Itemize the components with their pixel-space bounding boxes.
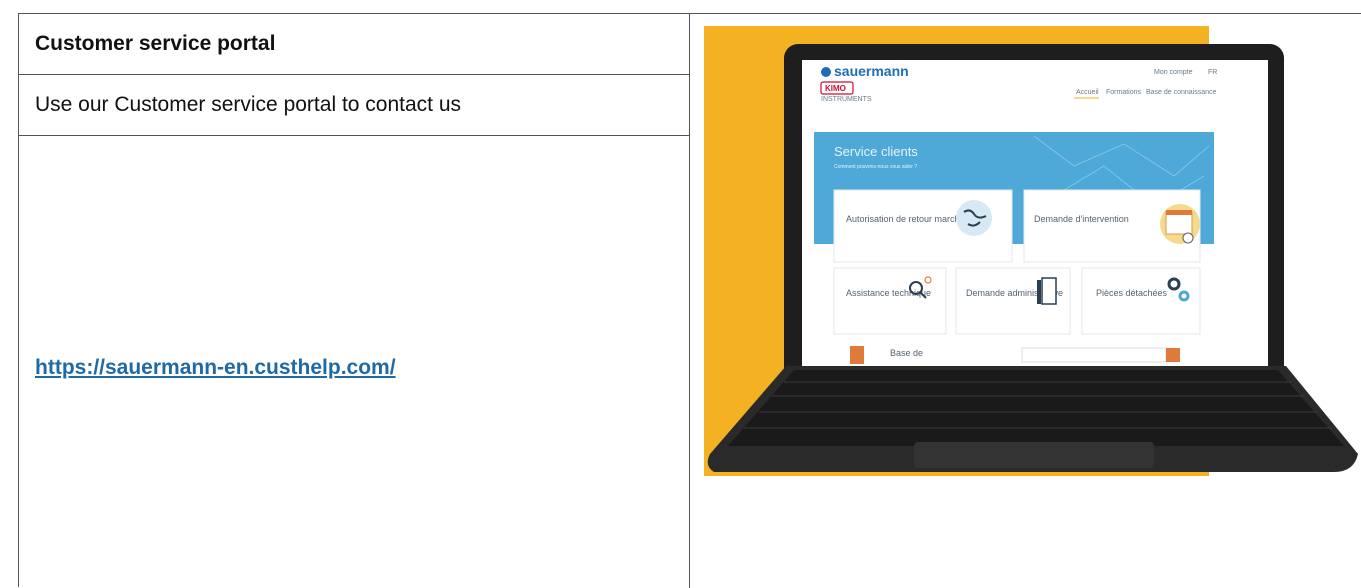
laptop-illustration: sauermann KIMO INSTRUMENTS Mon compte FR…	[704, 26, 1358, 476]
hero-subtitle: Comment pouvons-nous vous aider ?	[834, 164, 917, 170]
bottom-search-field	[1021, 347, 1167, 363]
hero-title: Service clients	[834, 144, 918, 159]
screen-nav-training: Formations	[1106, 89, 1142, 96]
brand-logo-icon	[821, 67, 831, 77]
section-title: Customer service portal	[35, 32, 276, 55]
text-column: Customer service portal Use our Customer…	[19, 14, 690, 588]
document-table: Customer service portal Use our Customer…	[18, 13, 1361, 588]
document-icon	[1041, 277, 1057, 305]
trackpad	[914, 442, 1154, 468]
brand-secondary: KIMO	[825, 84, 846, 93]
link-row: https://sauermann-en.custhelp.com/	[19, 136, 689, 588]
bottom-partial-icon	[850, 346, 864, 364]
title-row: Customer service portal	[19, 14, 689, 75]
card-intervention-label: Demande d'intervention	[1034, 214, 1129, 224]
brand-primary: sauermann	[834, 63, 909, 79]
bottom-partial-label: Base de	[890, 348, 923, 358]
screen-nav-home: Accueil	[1076, 89, 1099, 96]
section-description: Use our Customer service portal to conta…	[35, 93, 462, 116]
screen-nav-knowledge: Base de connaissance	[1146, 89, 1217, 96]
screen-top-link-account: Mon compte	[1154, 69, 1193, 76]
image-column: sauermann KIMO INSTRUMENTS Mon compte FR…	[691, 14, 1361, 588]
card-spare-parts-label: Pièces détachées	[1096, 288, 1168, 298]
keyboard-area	[728, 370, 1344, 446]
portal-link[interactable]: https://sauermann-en.custhelp.com/	[19, 356, 396, 380]
description-row: Use our Customer service portal to conta…	[19, 75, 689, 136]
brand-secondary-sub: INSTRUMENTS	[821, 96, 872, 103]
screen-top-link-lang: FR	[1208, 69, 1217, 76]
globe-icon	[956, 200, 992, 236]
